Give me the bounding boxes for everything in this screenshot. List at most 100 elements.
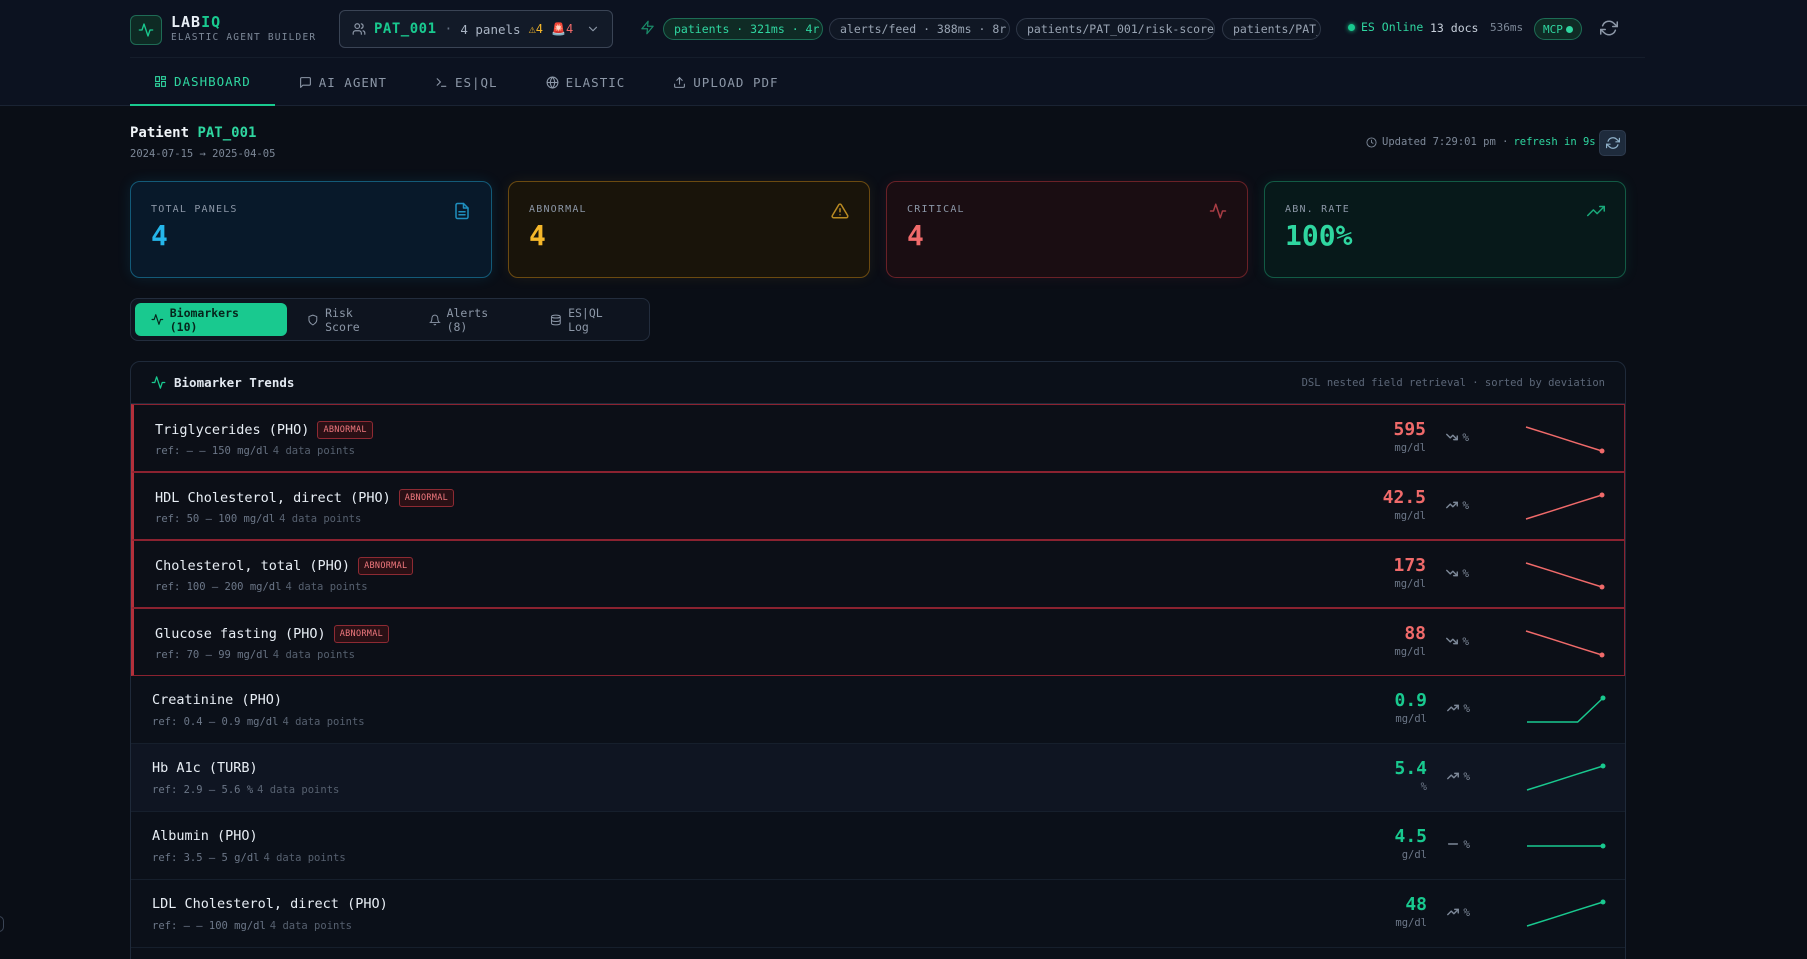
reference-range: ref: 70 – 99 mg/dl 4 data points [155,649,355,661]
bell-icon [428,314,441,325]
value-unit: mg/dl [1394,578,1426,590]
mcp-badge[interactable]: MCP [1534,18,1582,40]
terminal-icon [436,77,447,87]
alert-triangle-icon [831,203,849,219]
reference-text: ref: 3.5 – 5 g/dl [152,852,260,864]
biomarker-name: Albumin (PHO) [152,828,258,844]
stat-abnormal: ABNORMAL 4 [508,181,870,278]
logo[interactable] [130,15,162,45]
sparkline [1526,763,1606,791]
reference-range: ref: — – 150 mg/dl 4 data points [155,445,355,457]
subtab-risk-score[interactable]: Risk Score [291,303,408,336]
reference-text: ref: 50 – 100 mg/dl [155,513,276,525]
tab-ai-agent[interactable]: AI AGENT [275,58,411,106]
users-icon [352,23,366,35]
es-status-label: ES Online [1361,20,1424,34]
table-row[interactable]: HDL Cholesterol, direct (PHO) ABNORMAL ref… [131,472,1625,540]
refresh-icon [1605,137,1620,149]
sparkline [1525,630,1605,658]
sparkline-path [1527,697,1604,723]
value-unit: % [1420,781,1427,793]
biomarker-name: HDL Cholesterol, direct (PHO) ABNORMAL [155,489,455,507]
query-chip-alerts[interactable]: alerts/feed · 388ms · 8r [829,18,1010,40]
sparkline-path [1526,901,1604,927]
tab-elastic[interactable]: ELASTIC [522,58,650,106]
top-bar: LABIQ ELASTIC AGENT BUILDER PAT_001 · 4 … [130,0,1645,58]
refresh-button[interactable] [1599,130,1626,156]
subtab-esql-log[interactable]: ES|QL Log [534,303,645,336]
doc-count: 13 docs [1430,21,1479,35]
sparkline-path [1525,562,1603,588]
biomarker-label: Hb A1c (TURB) [152,760,258,776]
latest-value: 42.5 mg/dl [1383,487,1426,522]
refresh-icon[interactable] [1600,19,1618,37]
scroll-handle[interactable] [0,916,4,932]
biomarker-trends-panel: Biomarker Trends DSL nested field retrie… [130,361,1626,959]
trending-up-icon [1447,908,1460,916]
tab-dashboard[interactable]: DASHBOARD [130,58,275,106]
status-badge: ABNORMAL [317,421,373,439]
biomarker-name: Creatinine (PHO) [152,692,282,708]
page-title: Patient PAT_001 [130,125,257,141]
query-chip-patients[interactable]: patients · 321ms · 4r [663,18,823,40]
stat-label: ABN. RATE [1285,204,1350,215]
trend-percent: % [1462,430,1469,444]
table-row[interactable]: Albumin (PHO) ref: 3.5 – 5 g/dl 4 data poi… [131,812,1625,880]
trending-down-icon [1446,433,1459,441]
last-updated: Updated 7:29:01 pm · refresh in 9s [1366,136,1596,148]
sparkline-latest-point [1600,899,1606,905]
tab-label: ES|QL [454,74,498,90]
patient-selector[interactable]: PAT_001 · 4 panels ⚠4 🚨4 [339,10,613,48]
biomarker-name: LDL Cholesterol, direct (PHO) [152,896,388,912]
refresh-countdown: refresh in 9s [1513,136,1596,148]
trend-indicator: % [1445,430,1469,444]
tab-upload-pdf[interactable]: UPLOAD PDF [649,58,802,106]
stat-value: 100% [1285,219,1353,252]
stat-abnormal-rate: ABN. RATE 100% [1264,181,1626,278]
sparkline-latest-point [1600,843,1606,849]
patient-id: PAT_001 [374,21,437,37]
table-row[interactable]: Glucose fasting (PHO) ABNORMAL ref: 70 – 9… [131,608,1625,676]
biomarker-name: Hb A1c (TURB) [152,760,258,776]
table-row[interactable]: Cholesterol, total (PHO) ABNORMAL ref: 100… [131,540,1625,608]
trend-indicator: % [1446,769,1470,783]
reference-text: ref: 2.9 – 5.6 % [152,784,254,796]
reference-text: ref: 70 – 99 mg/dl [155,649,269,661]
table-row[interactable]: Hb A1c (TURB) ref: 2.9 – 5.6 % 4 data poin… [131,744,1625,812]
biomarker-label: HDL Cholesterol, direct (PHO) [155,490,391,506]
trend-percent: % [1462,566,1469,580]
trend-percent: % [1463,837,1470,851]
data-point-count: 4 data points [269,920,352,932]
subtab-alerts[interactable]: Alerts (8) [413,303,530,336]
subtab-biomarkers[interactable]: Biomarkers (10) [135,303,288,336]
query-chip-labs[interactable]: patients/PAT_001/labs [1222,18,1321,40]
sparkline-latest-point [1600,695,1606,701]
subtab-label: ES|QL Log [568,305,603,334]
reference-range: ref: 100 – 200 mg/dl 4 data points [155,581,368,593]
value-number: 5.4 [1394,758,1427,779]
query-chip-risk-score[interactable]: patients/PAT_001/risk-score [1016,18,1215,40]
table-row[interactable]: LDL Cholesterol, direct (PHO) ref: — – 10… [131,880,1625,948]
data-point-count: 4 data points [257,784,340,796]
reference-text: ref: — – 150 mg/dl [155,445,269,457]
data-point-count: 4 data points [272,445,355,457]
tab-label: DASHBOARD [174,73,251,89]
brand: LABIQ ELASTIC AGENT BUILDER [171,13,316,43]
subtab-label: Risk Score [325,305,360,334]
status-badge: ABNORMAL [358,557,414,575]
trend-indicator: % [1446,905,1470,919]
stat-value: 4 [151,219,168,252]
sparkline [1525,426,1605,454]
value-number: 42.5 [1382,487,1426,508]
trend-percent: % [1463,769,1470,783]
shield-icon [308,314,318,325]
table-row[interactable]: Triglycerides (PHO) ABNORMAL ref: — – 150 … [131,404,1625,472]
table-row[interactable]: Creatinine (PHO) ref: 0.4 – 0.9 mg/dl 4 da… [131,676,1625,744]
reference-range: ref: — – 100 mg/dl 4 data points [152,920,352,932]
tab-esql[interactable]: ES|QL [411,58,522,106]
biomarker-label: Glucose fasting (PHO) [155,626,326,642]
sparkline-path [1525,426,1603,452]
latest-value: 5.4% [1394,758,1427,793]
activity-icon [151,314,164,325]
value-unit: mg/dl [1395,713,1427,725]
